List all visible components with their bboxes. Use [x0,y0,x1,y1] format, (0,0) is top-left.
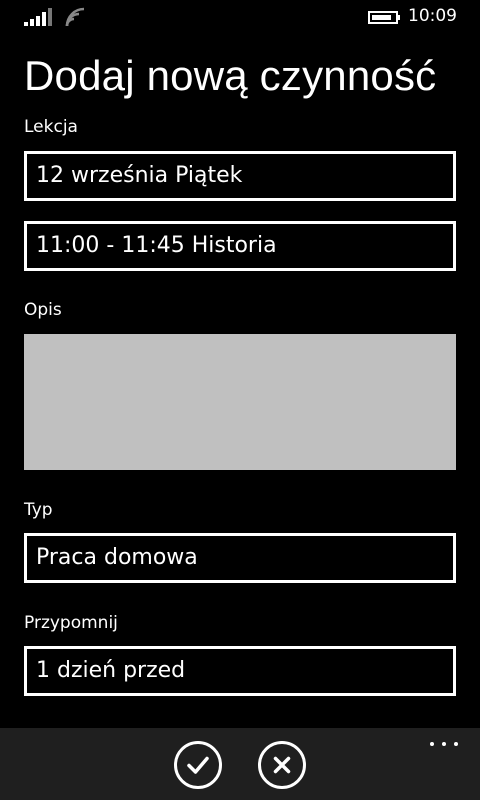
battery-icon [368,11,400,24]
save-button[interactable] [174,741,222,789]
type-label: Typ [24,500,53,520]
more-icon[interactable] [422,732,466,756]
reminder-label: Przypomnij [24,613,118,633]
signal-icon [24,8,52,26]
close-icon [273,756,291,774]
date-picker[interactable]: 12 września Piątek [24,151,456,201]
description-textarea[interactable] [24,334,456,470]
description-label: Opis [24,300,62,320]
lesson-picker[interactable]: 11:00 - 11:45 Historia [24,221,456,271]
reminder-picker[interactable]: 1 dzień przed [24,646,456,696]
status-clock: 10:09 [408,6,457,26]
check-icon [187,756,209,774]
type-picker[interactable]: Praca domowa [24,533,456,583]
app-bar [0,728,480,800]
cancel-button[interactable] [258,741,306,789]
wifi-icon [65,7,85,27]
lesson-label: Lekcja [24,117,78,137]
status-bar: 10:09 [0,0,480,32]
page-title: Dodaj nową czynność [24,52,437,99]
